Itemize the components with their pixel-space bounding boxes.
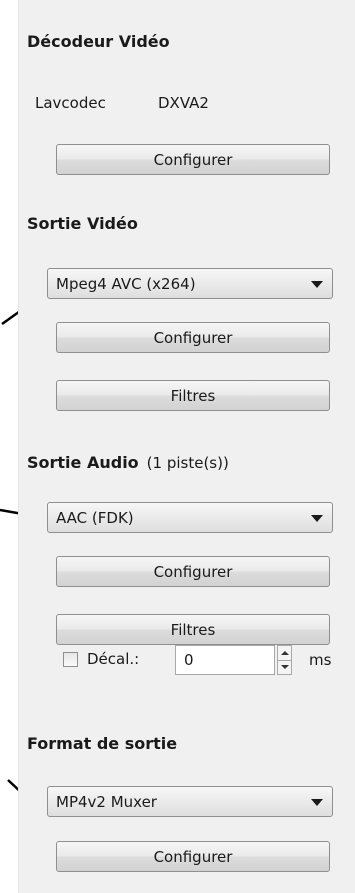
spinner-down-icon[interactable]	[281, 665, 289, 669]
audio-shift-checkbox[interactable]	[63, 652, 78, 667]
audio-shift-unit: ms	[309, 651, 332, 669]
muxer-select[interactable]: MP4v2 Muxer	[47, 786, 333, 817]
video-output-title: Sortie Vidéo	[27, 214, 138, 233]
chevron-down-icon	[311, 281, 323, 288]
muxer-value: MP4v2 Muxer	[56, 792, 157, 811]
decoder-configure-button[interactable]: Configurer	[56, 144, 330, 175]
output-settings-panel: Décodeur Vidéo Lavcodec DXVA2 Configurer…	[18, 0, 355, 893]
audio-output-title-text: Sortie Audio	[27, 453, 139, 472]
audio-codec-select[interactable]: AAC (FDK)	[47, 502, 333, 533]
audio-output-title: Sortie Audio (1 piste(s))	[27, 453, 229, 472]
video-filters-button[interactable]: Filtres	[56, 380, 330, 411]
decoder-name: Lavcodec	[35, 94, 106, 112]
video-codec-value: Mpeg4 AVC (x264)	[56, 274, 196, 293]
audio-shift-input[interactable]: 0	[175, 645, 275, 675]
video-configure-button[interactable]: Configurer	[56, 322, 330, 353]
spinner-up-icon[interactable]	[281, 651, 289, 655]
audio-track-count: (1 piste(s))	[146, 454, 229, 472]
audio-shift-spinner[interactable]	[277, 645, 292, 675]
audio-shift-label: Décal.:	[87, 650, 140, 668]
audio-filters-button[interactable]: Filtres	[56, 614, 330, 645]
muxer-configure-button[interactable]: Configurer	[56, 841, 330, 872]
video-codec-select[interactable]: Mpeg4 AVC (x264)	[47, 268, 333, 299]
decoder-mode: DXVA2	[158, 94, 209, 112]
audio-configure-button[interactable]: Configurer	[56, 556, 330, 587]
video-decoder-title: Décodeur Vidéo	[27, 32, 170, 51]
chevron-down-icon	[311, 515, 323, 522]
audio-codec-value: AAC (FDK)	[56, 508, 134, 527]
chevron-down-icon	[311, 799, 323, 806]
output-format-title: Format de sortie	[27, 734, 178, 753]
